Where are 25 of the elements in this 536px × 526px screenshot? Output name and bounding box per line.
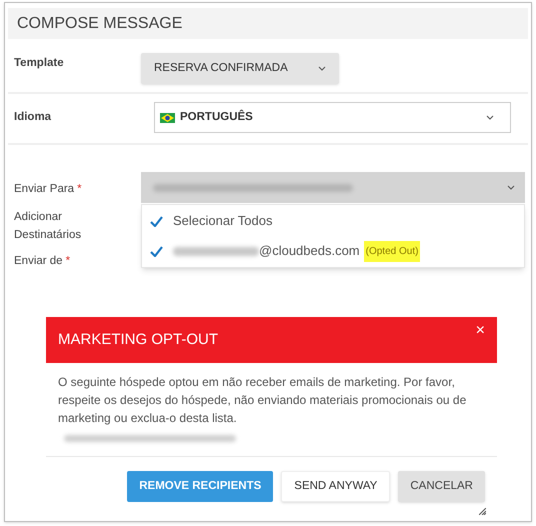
recipient-email[interactable]: @cloudbeds.com [259, 241, 360, 261]
required-mark: * [66, 254, 70, 269]
chevron-down-icon [507, 185, 515, 190]
close-button[interactable]: × [476, 323, 485, 339]
required-mark: * [77, 182, 82, 197]
resize-grip-icon[interactable] [479, 508, 486, 515]
field-label: Enviar de [14, 254, 63, 269]
template-select[interactable]: RESERVA CONFIRMADA [141, 53, 339, 84]
checkmark-icon[interactable] [150, 246, 163, 256]
field-label: Enviar Para [14, 182, 74, 197]
flag-icon [160, 112, 175, 122]
chevron-down-icon [318, 66, 326, 71]
field-label: Template [14, 56, 65, 71]
language-select[interactable]: PORTUGUÊS [154, 102, 511, 133]
field-label: Adicionar Destinatários [14, 210, 82, 243]
chevron-down-icon [486, 115, 494, 120]
select-all-option[interactable]: Selecionar Todos [173, 211, 272, 231]
opted-out-tag: (Opted Out) [364, 240, 420, 262]
modal-message: O seguinte hóspede optou em não receber emails de marketing. Por favor, respeite os desejos do hóspede, não enviando materiais promocionais ou de marketing ou exclua-o desta lista. [58, 374, 468, 427]
panel-title: COMPOSE MESSAGE [17, 14, 182, 34]
checkmark-icon[interactable] [150, 216, 163, 226]
modal-title: MARKETING OPT-OUT [58, 330, 218, 350]
cancel-button[interactable]: CANCELAR [398, 471, 485, 502]
send-anyway-button[interactable]: SEND ANYWAY [281, 471, 390, 502]
field-label: Idioma [14, 110, 52, 125]
